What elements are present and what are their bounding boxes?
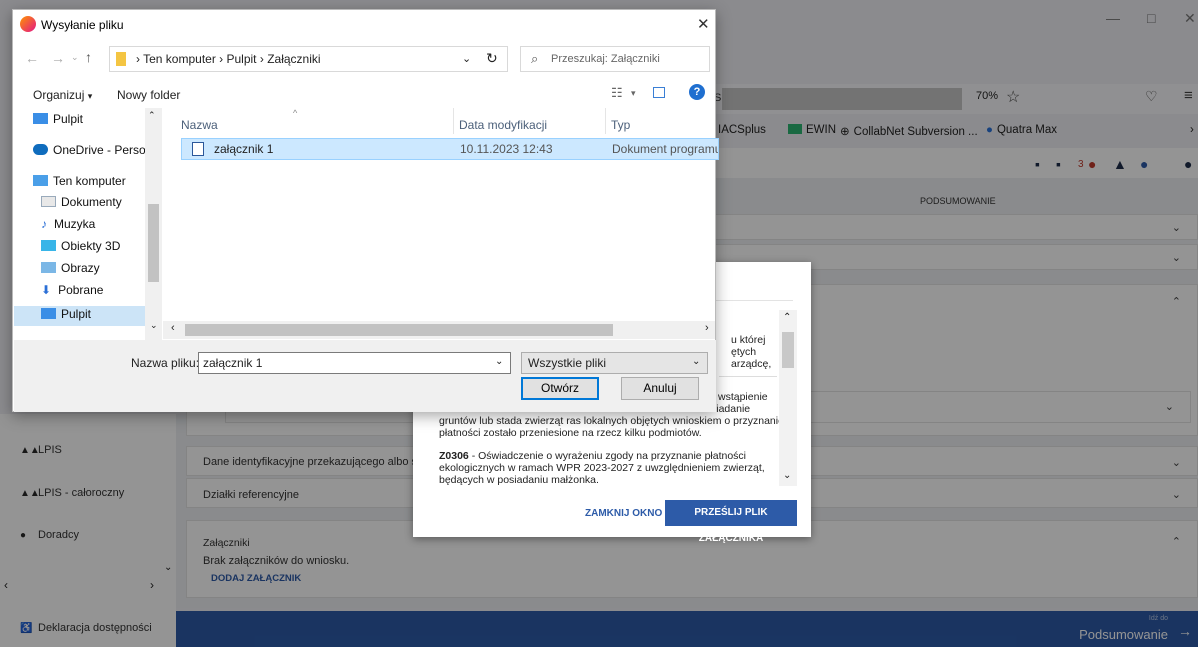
dialog-title: Wysyłanie pliku xyxy=(41,18,124,32)
new-folder-button[interactable]: Nowy folder xyxy=(117,88,180,102)
cancel-button[interactable]: Anuluj xyxy=(621,377,699,400)
file-row[interactable]: załącznik 1 10.11.2023 12:43 Dokument pr… xyxy=(181,138,719,160)
cloud-icon xyxy=(33,144,48,155)
view-options-icon[interactable]: ☷ xyxy=(611,85,623,101)
filename-label: Nazwa pliku: xyxy=(131,356,200,370)
address-field[interactable]: › Ten komputer › Pulpit › Załączniki ⌄ ↻ xyxy=(109,46,508,72)
firefox-icon xyxy=(20,16,39,34)
text-fragment: wstąpienie xyxy=(718,391,768,403)
file-dialog: Wysyłanie pliku ✕ ← → ⌄ ↑ › Ten komputer… xyxy=(12,9,719,412)
nav-item-onedrive[interactable]: OneDrive - Person xyxy=(33,143,152,157)
nav-scroll-thumb[interactable] xyxy=(148,204,159,282)
column-separator[interactable] xyxy=(453,108,454,134)
preview-pane-icon[interactable] xyxy=(653,87,665,98)
dialog-footer xyxy=(14,340,716,412)
text-fragment: siadanie xyxy=(711,403,751,415)
search-icon: ⌕ xyxy=(531,51,539,66)
filter-value: Wszystkie pliki xyxy=(528,356,607,370)
sort-ascending-icon: ^ xyxy=(293,108,298,118)
scroll-up-icon[interactable]: ⌃ xyxy=(783,312,791,323)
scroll-right-icon[interactable]: › xyxy=(705,322,709,334)
modal-paragraph: gruntów lub stada zwierząt ras lokalnych… xyxy=(439,415,784,427)
file-type: Dokument programu xyxy=(612,142,718,156)
close-icon[interactable]: ✕ xyxy=(697,15,710,33)
nav-item-desktop[interactable]: Pulpit xyxy=(33,112,83,126)
breadcrumb-desktop[interactable]: Pulpit xyxy=(227,52,257,66)
recent-chevron-icon[interactable]: ⌄ xyxy=(71,52,79,63)
forward-arrow-icon[interactable]: → xyxy=(51,50,65,66)
nav-item-pictures[interactable]: Obrazy xyxy=(41,261,100,275)
image-icon xyxy=(41,262,56,273)
dropdown-icon[interactable]: ▾ xyxy=(631,88,636,99)
modal-divider xyxy=(713,300,793,301)
dialog-navbar: ← → ⌄ ↑ › Ten komputer › Pulpit › Załącz… xyxy=(13,42,715,78)
text-fragment: ętych xyxy=(731,346,757,358)
address-dropdown-icon[interactable]: ⌄ xyxy=(462,52,471,65)
file-type-filter[interactable]: Wszystkie pliki ⌄ xyxy=(521,352,708,374)
dialog-toolbar: Organizuj ▾ Nowy folder ☷ ▾ ? xyxy=(13,80,715,108)
document-icon xyxy=(41,196,56,207)
column-name[interactable]: Nazwa xyxy=(181,118,218,132)
chevron-down-icon[interactable]: ⌄ xyxy=(495,356,503,367)
download-icon: ⬇ xyxy=(41,283,52,297)
desktop-icon xyxy=(33,113,48,124)
folder-icon xyxy=(116,52,126,66)
scroll-down-icon[interactable]: ⌄ xyxy=(150,320,158,331)
modal-paragraph: Z0306 - Oświadczenie o wyrażeniu zgody n… xyxy=(439,450,747,462)
up-arrow-icon[interactable]: ↑ xyxy=(85,49,92,65)
chevron-down-icon[interactable]: ⌄ xyxy=(692,356,700,367)
refresh-icon[interactable]: ↻ xyxy=(486,50,498,67)
statement-code: Z0306 xyxy=(439,450,469,462)
modal-scroll-thumb[interactable] xyxy=(782,332,794,368)
send-attachment-button[interactable]: PRZEŚLIJ PLIK ZAŁĄCZNIKA xyxy=(665,500,797,544)
text-fragment: arządcę, xyxy=(731,358,772,370)
search-placeholder: Przeszukaj: Załączniki xyxy=(551,53,660,65)
organize-button[interactable]: Organizuj ▾ xyxy=(33,88,92,102)
modal-divider xyxy=(719,376,777,377)
breadcrumb-attachments[interactable]: Załączniki xyxy=(267,52,320,66)
modal-paragraph: płatności zostało przeniesione na rzecz … xyxy=(439,427,702,439)
dropdown-icon: ▾ xyxy=(87,91,93,101)
word-document-icon xyxy=(192,142,204,156)
column-type[interactable]: Typ xyxy=(611,118,630,132)
cube-icon xyxy=(41,240,56,251)
back-arrow-icon[interactable]: ← xyxy=(25,50,39,66)
breadcrumb-this-pc[interactable]: Ten komputer xyxy=(143,52,216,66)
nav-item-this-pc[interactable]: Ten komputer xyxy=(33,174,126,188)
file-hscroll-thumb[interactable] xyxy=(185,324,613,336)
computer-icon xyxy=(33,175,48,186)
close-modal-button[interactable]: ZAMKNIJ OKNO xyxy=(585,508,662,519)
nav-item-3d-objects[interactable]: Obiekty 3D xyxy=(41,239,120,253)
desktop-icon xyxy=(41,308,56,319)
help-icon[interactable]: ? xyxy=(689,84,705,100)
column-separator[interactable] xyxy=(605,108,606,134)
text-fragment: u której xyxy=(731,334,766,346)
column-modified[interactable]: Data modyfikacji xyxy=(459,118,547,132)
nav-item-music[interactable]: ♪ Muzyka xyxy=(41,217,95,231)
scroll-left-icon[interactable]: ‹ xyxy=(171,322,175,334)
filename-value: załącznik 1 xyxy=(203,356,263,370)
nav-item-downloads[interactable]: ⬇ Pobrane xyxy=(41,283,103,297)
open-button[interactable]: Otwórz xyxy=(521,377,599,400)
search-input[interactable]: ⌕ Przeszukaj: Załączniki xyxy=(520,46,710,72)
filename-input[interactable]: załącznik 1 ⌄ xyxy=(198,352,511,374)
scroll-down-icon[interactable]: ⌄ xyxy=(783,470,791,481)
scroll-up-icon[interactable]: ⌃ xyxy=(148,110,156,121)
modal-paragraph: ekologicznych w ramach WPR 2023-2027 z u… xyxy=(439,462,765,474)
file-modified: 10.11.2023 12:43 xyxy=(460,142,553,156)
file-name: załącznik 1 xyxy=(214,142,274,156)
nav-item-desktop-selected[interactable]: Pulpit xyxy=(41,307,91,321)
nav-item-documents[interactable]: Dokumenty xyxy=(41,195,122,209)
breadcrumb: › Ten komputer › Pulpit › Załączniki xyxy=(136,52,321,66)
modal-paragraph: będących w posiadaniu małżonka. xyxy=(439,474,599,486)
music-icon: ♪ xyxy=(41,217,47,231)
